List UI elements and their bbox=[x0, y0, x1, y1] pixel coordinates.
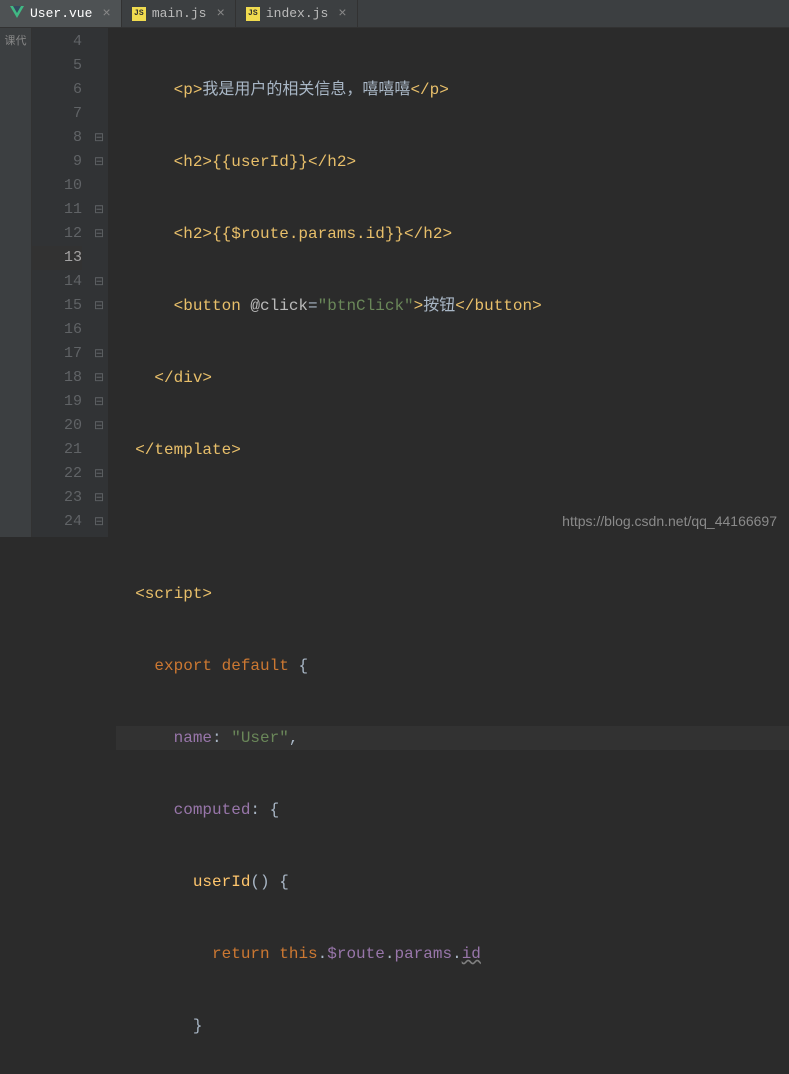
code-line: userId() { bbox=[116, 870, 789, 894]
line-number[interactable]: 16 bbox=[32, 318, 82, 342]
code-line: </div> bbox=[116, 366, 789, 390]
code-line: <script> bbox=[116, 582, 789, 606]
code-line: return this.$route.params.id bbox=[116, 942, 789, 966]
fold-marker-icon[interactable]: ⊟ bbox=[90, 486, 108, 510]
line-number[interactable]: 4 bbox=[32, 30, 82, 54]
fold-marker-icon[interactable]: ⊟ bbox=[90, 414, 108, 438]
fold-marker-icon[interactable] bbox=[90, 246, 108, 270]
line-number[interactable]: 20 bbox=[32, 414, 82, 438]
close-icon[interactable]: × bbox=[102, 6, 110, 22]
fold-marker-icon[interactable] bbox=[90, 102, 108, 126]
fold-marker-icon[interactable] bbox=[90, 30, 108, 54]
line-number[interactable]: 19 bbox=[32, 390, 82, 414]
fold-marker-icon[interactable] bbox=[90, 318, 108, 342]
fold-marker-icon[interactable]: ⊟ bbox=[90, 198, 108, 222]
fold-marker-icon[interactable]: ⊟ bbox=[90, 150, 108, 174]
close-icon[interactable]: × bbox=[338, 6, 346, 22]
js-icon: JS bbox=[132, 7, 146, 21]
fold-marker-icon[interactable]: ⊟ bbox=[90, 294, 108, 318]
line-number[interactable]: 9 bbox=[32, 150, 82, 174]
fold-marker-icon[interactable]: ⊟ bbox=[90, 126, 108, 150]
line-number[interactable]: 8 bbox=[32, 126, 82, 150]
line-number[interactable]: 21 bbox=[32, 438, 82, 462]
fold-marker-icon[interactable]: ⊟ bbox=[90, 342, 108, 366]
code-line: name: "User", bbox=[116, 726, 789, 750]
strip-label: 课代 bbox=[0, 32, 31, 48]
fold-marker-icon[interactable] bbox=[90, 174, 108, 198]
code-line: <h2>{{$route.params.id}}</h2> bbox=[116, 222, 789, 246]
line-number-gutter: 4 5 6 7 8 9 10 11 12 13 14 15 16 17 18 1… bbox=[32, 28, 90, 537]
fold-marker-icon[interactable]: ⊟ bbox=[90, 366, 108, 390]
fold-marker-icon[interactable]: ⊟ bbox=[90, 390, 108, 414]
fold-marker-icon[interactable] bbox=[90, 54, 108, 78]
code-line: </template> bbox=[116, 438, 789, 462]
tab-label: main.js bbox=[152, 6, 207, 21]
tab-main-js[interactable]: JS main.js × bbox=[122, 0, 236, 27]
close-icon[interactable]: × bbox=[216, 6, 224, 22]
fold-marker-icon[interactable]: ⊟ bbox=[90, 270, 108, 294]
fold-marker-icon[interactable]: ⊟ bbox=[90, 510, 108, 534]
code-area[interactable]: <p>我是用户的相关信息，嘻嘻嘻</p> <h2>{{userId}}</h2>… bbox=[108, 28, 789, 537]
line-number[interactable]: 18 bbox=[32, 366, 82, 390]
fold-marker-icon[interactable]: ⊟ bbox=[90, 462, 108, 486]
fold-marker-icon[interactable] bbox=[90, 78, 108, 102]
watermark-text: https://blog.csdn.net/qq_44166697 bbox=[562, 513, 777, 529]
line-number[interactable]: 6 bbox=[32, 78, 82, 102]
editor-tabs: User.vue × JS main.js × JS index.js × bbox=[0, 0, 789, 28]
line-number[interactable]: 17 bbox=[32, 342, 82, 366]
code-line: export default { bbox=[116, 654, 789, 678]
vue-icon bbox=[10, 6, 24, 22]
code-line: } bbox=[116, 1014, 789, 1038]
code-line: <p>我是用户的相关信息，嘻嘻嘻</p> bbox=[116, 78, 789, 102]
fold-marker-icon[interactable]: ⊟ bbox=[90, 222, 108, 246]
line-number[interactable]: 24 bbox=[32, 510, 82, 534]
js-icon: JS bbox=[246, 7, 260, 21]
code-line: <button @click="btnClick">按钮</button> bbox=[116, 294, 789, 318]
tab-label: index.js bbox=[266, 6, 328, 21]
code-line: <h2>{{userId}}</h2> bbox=[116, 150, 789, 174]
line-number[interactable]: 12 bbox=[32, 222, 82, 246]
line-number[interactable]: 11 bbox=[32, 198, 82, 222]
left-sidebar-strip: 课代 bbox=[0, 28, 32, 537]
line-number[interactable]: 15 bbox=[32, 294, 82, 318]
fold-column: ⊟ ⊟ ⊟ ⊟ ⊟ ⊟ ⊟ ⊟ ⊟ ⊟ ⊟ ⊟ ⊟ bbox=[90, 28, 108, 537]
line-number[interactable]: 13 bbox=[32, 246, 82, 270]
line-number[interactable]: 22 bbox=[32, 462, 82, 486]
tab-label: User.vue bbox=[30, 6, 92, 21]
tab-index-js[interactable]: JS index.js × bbox=[236, 0, 358, 27]
fold-marker-icon[interactable] bbox=[90, 438, 108, 462]
line-number[interactable]: 10 bbox=[32, 174, 82, 198]
line-number[interactable]: 14 bbox=[32, 270, 82, 294]
line-number[interactable]: 7 bbox=[32, 102, 82, 126]
tab-user-vue[interactable]: User.vue × bbox=[0, 0, 122, 27]
line-number[interactable]: 5 bbox=[32, 54, 82, 78]
line-number[interactable]: 23 bbox=[32, 486, 82, 510]
editor-area: 课代 4 5 6 7 8 9 10 11 12 13 14 15 16 17 1… bbox=[0, 28, 789, 537]
code-line: computed: { bbox=[116, 798, 789, 822]
